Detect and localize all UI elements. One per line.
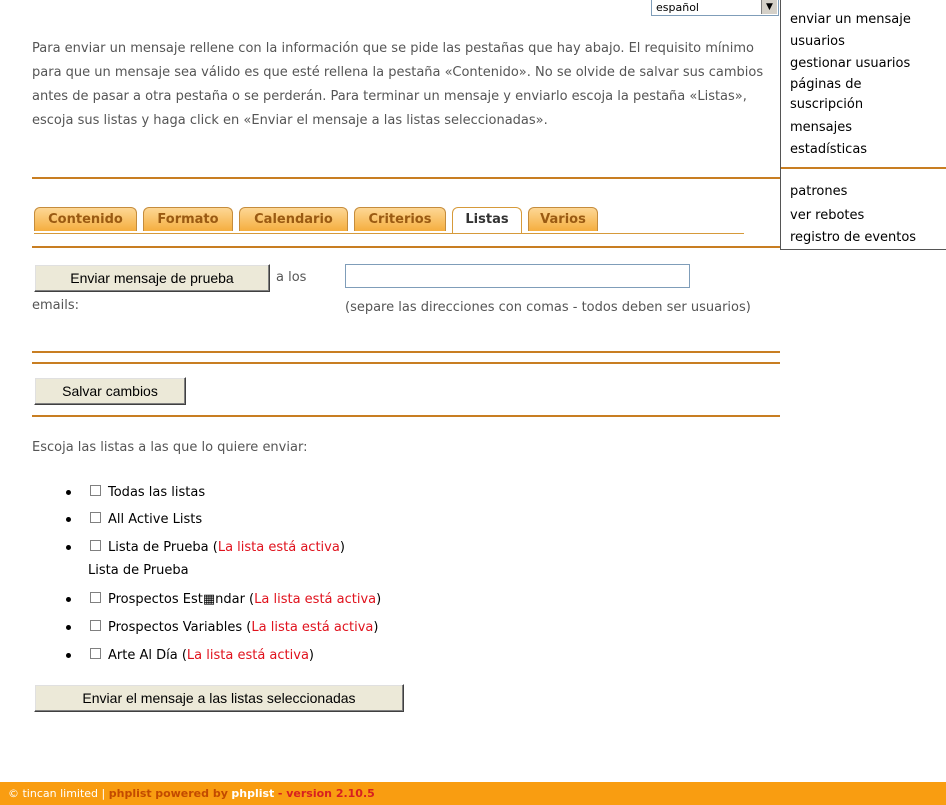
sidebar-item-send-message[interactable]: enviar un mensaje [790, 9, 911, 30]
sidebar-menu: enviar un mensaje usuarios gestionar usu… [780, 0, 946, 250]
list-name: Todas las listas [108, 485, 206, 500]
test-label-suffix: a los [276, 270, 307, 285]
list-label: Prospectos Variables (La lista está acti… [108, 620, 379, 635]
divider [32, 351, 780, 353]
footer-powered: powered by [155, 787, 228, 800]
save-changes-button[interactable]: Salvar cambios [34, 377, 186, 405]
dropdown-arrow-icon[interactable]: ▼ [761, 0, 777, 14]
sidebar-item-bounces[interactable]: ver rebotes [790, 205, 864, 226]
send-test-button[interactable]: Enviar mensaje de prueba [34, 264, 270, 292]
tab-contenido[interactable]: Contenido [34, 207, 137, 231]
list-status: La lista está activa [251, 620, 374, 635]
bullet [66, 597, 71, 602]
list-name: Arte Al Día [108, 648, 178, 663]
bullet [66, 545, 71, 550]
list-checkbox[interactable] [90, 620, 101, 631]
sidebar-item-users[interactable]: usuarios [790, 31, 845, 52]
list-status: La lista está activa [186, 648, 309, 663]
choose-lists-label: Escoja las listas a las que lo quiere en… [32, 440, 308, 455]
language-select[interactable]: español ▼ [651, 0, 779, 16]
list-checkbox[interactable] [90, 648, 101, 659]
footer: © tincan limited | phplist powered by ph… [0, 782, 946, 805]
sidebar-item-statistics[interactable]: estadísticas [790, 139, 867, 160]
send-to-lists-button[interactable]: Enviar el mensaje a las listas seleccion… [34, 684, 404, 712]
list-label: Lista de Prueba (La lista está activa) [108, 540, 345, 555]
sidebar-item-templates[interactable]: patrones [790, 181, 847, 202]
list-checkbox[interactable] [90, 540, 101, 551]
test-email-input[interactable] [345, 264, 690, 288]
sidebar-item-subscribe-pages[interactable]: páginas de suscripción [790, 75, 900, 115]
tab-calendario[interactable]: Calendario [239, 207, 348, 231]
divider [32, 415, 780, 417]
list-name: All Active Lists [108, 512, 203, 527]
intro-text: Para enviar un mensaje rellene con la in… [32, 41, 764, 128]
tab-listas[interactable]: Listas [452, 207, 522, 233]
sidebar-item-eventlog[interactable]: registro de eventos [790, 227, 916, 248]
divider [32, 362, 780, 364]
footer-version: - version 2.10.5 [277, 787, 375, 800]
footer-separator: | [101, 787, 106, 800]
footer-product2-link[interactable]: phplist [231, 787, 274, 800]
list-name: Prospectos Est▦ndar [108, 592, 245, 607]
tab-varios[interactable]: Varios [528, 207, 598, 231]
tab-formato[interactable]: Formato [143, 207, 233, 231]
divider [32, 177, 780, 179]
footer-product-link[interactable]: phplist [109, 787, 152, 800]
list-label: Prospectos Est▦ndar (La lista está activ… [108, 592, 382, 607]
list-checkbox[interactable] [90, 512, 101, 523]
bullet [66, 490, 71, 495]
sidebar-divider [781, 167, 946, 169]
list-description: Lista de Prueba [88, 563, 189, 578]
divider [32, 246, 780, 248]
test-label-line2: emails: [32, 298, 80, 313]
sidebar-item-manage-users[interactable]: gestionar usuarios [790, 53, 910, 74]
bullet [66, 517, 71, 522]
tab-bar: Contenido Formato Calendario Criterios L… [34, 207, 744, 234]
test-email-help: (separe las direcciones con comas - todo… [345, 300, 751, 315]
bullet [66, 653, 71, 658]
list-status: La lista está activa [217, 540, 340, 555]
list-name: Lista de Prueba [108, 540, 209, 555]
list-label: Arte Al Día (La lista está activa) [108, 648, 314, 663]
list-name: Prospectos Variables [108, 620, 243, 635]
sidebar-item-messages[interactable]: mensajes [790, 117, 852, 138]
list-status: La lista está activa [254, 592, 377, 607]
footer-company[interactable]: © tincan limited [8, 787, 98, 800]
bullet [66, 625, 71, 630]
tab-criterios[interactable]: Criterios [354, 207, 446, 231]
list-checkbox[interactable] [90, 592, 101, 603]
list-checkbox[interactable] [90, 485, 101, 496]
language-select-value: español [656, 1, 699, 14]
